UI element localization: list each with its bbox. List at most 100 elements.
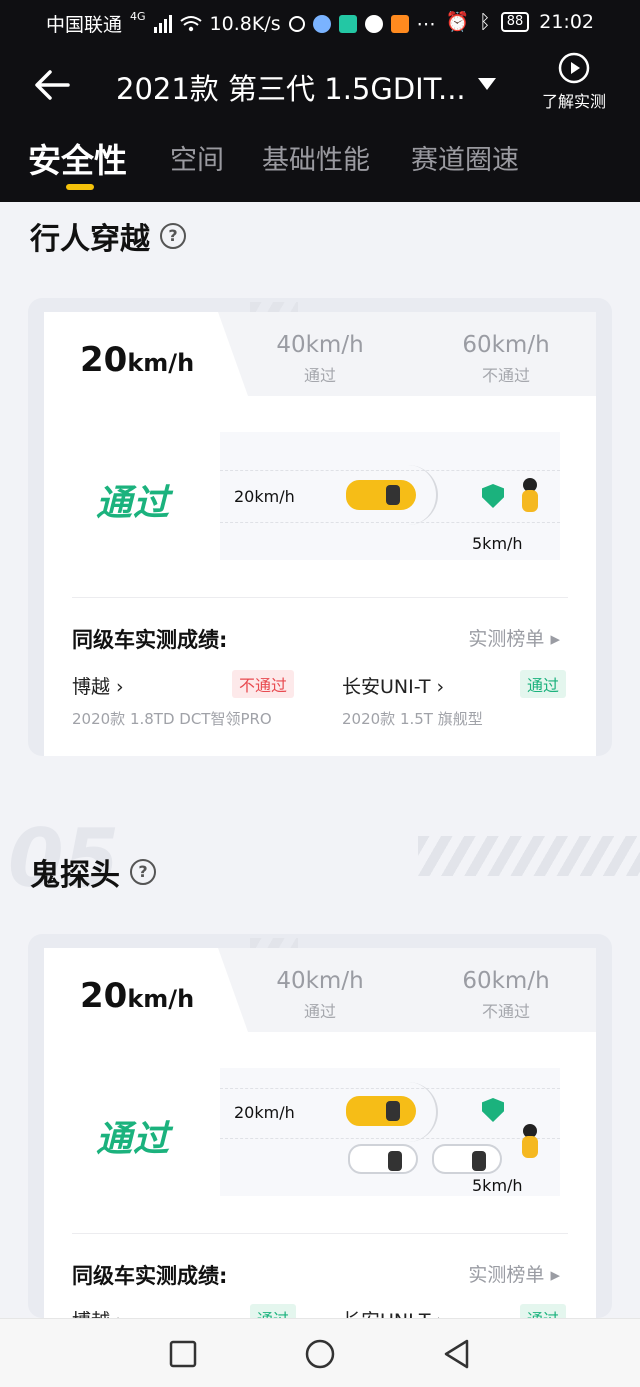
parked-car-icon <box>432 1144 502 1174</box>
result-pass-label: 通过 <box>96 483 171 524</box>
peer-results-title: 同级车实测成绩: <box>72 1264 228 1288</box>
wifi-icon <box>179 15 202 31</box>
alarm-icon: ⏰ <box>445 11 470 33</box>
radar-waves-icon <box>398 1082 438 1142</box>
pass-badge: 通过 <box>250 1304 297 1318</box>
learn-test-label: 了解实测 <box>541 92 606 111</box>
pedestrian-icon <box>516 478 542 514</box>
lane-line <box>220 1138 560 1139</box>
more-icon: ⋯ <box>416 12 436 35</box>
ranking-link-text: 实测榜单 <box>468 1264 545 1286</box>
decor-stripes <box>418 836 640 876</box>
section-title-text: 鬼探头 <box>30 858 120 893</box>
peer-car-unit[interactable]: 长安UNI-T › <box>342 1306 444 1318</box>
car-speed-label: 20km/h <box>234 487 295 506</box>
ranking-link-text: 实测榜单 <box>468 628 545 650</box>
carrier-label: 中国联通 <box>46 14 123 36</box>
tab-bar: 安全性 空间 基础性能 赛道圈速 <box>0 130 640 202</box>
weather-icon <box>312 14 331 33</box>
speed-option-value: 60km/h <box>462 332 550 358</box>
peer-car-name: 博越 <box>72 676 111 698</box>
test-scene-illustration: 20km/h 5km/h <box>220 432 560 560</box>
help-icon[interactable]: ? <box>160 223 186 249</box>
peer-car-name: 长安UNI-T <box>342 676 431 698</box>
pedestrian-speed-label: 5km/h <box>472 1176 523 1195</box>
video-app-icon <box>390 14 409 33</box>
speed-option-value: 60km/h <box>462 968 550 994</box>
test-scene-illustration: 20km/h 5km/h <box>220 1068 560 1196</box>
decor-stripes <box>250 938 298 948</box>
decor-stripes <box>250 302 298 312</box>
parked-car-icon <box>348 1144 418 1174</box>
speed-option-status: 不通过 <box>481 366 530 385</box>
pass-badge: 通过 <box>520 1304 567 1318</box>
safe-shield-icon <box>482 484 504 508</box>
result-pass-label: 通过 <box>96 1119 171 1160</box>
speed-option-60[interactable]: 60km/h 不通过 <box>446 332 566 386</box>
fail-badge: 不通过 <box>232 670 295 698</box>
tab-space[interactable]: 空间 <box>170 138 224 177</box>
battery-icon: 88 <box>500 11 530 32</box>
speed-option-60[interactable]: 60km/h 不通过 <box>446 968 566 1022</box>
tab-track-lap[interactable]: 赛道圈速 <box>411 138 519 177</box>
top-bar: 中国联通 4G 10.8K/s ⋯ ⏰ ᛒ 88 21:02 2021款 第三代… <box>0 0 640 202</box>
lane-line <box>220 470 560 471</box>
pass-badge: 通过 <box>520 670 567 698</box>
pedestrian-icon <box>516 1124 542 1160</box>
speed-option-status: 不通过 <box>481 1002 530 1021</box>
play-circle-icon <box>558 52 590 84</box>
help-icon[interactable]: ? <box>130 859 156 885</box>
speed-selected-value: 20 <box>80 976 128 1016</box>
lane-line <box>220 1088 560 1089</box>
ranking-link[interactable]: 实测榜单 ▸ <box>468 624 560 651</box>
safe-shield-icon <box>482 1098 504 1122</box>
speed-selected[interactable]: 20km/h <box>80 340 194 380</box>
system-nav-bar <box>0 1318 640 1387</box>
peer-car-name: 博越 <box>72 1310 110 1318</box>
section-title-ghost-probe: 鬼探头 ? <box>30 850 156 894</box>
speed-option-value: 40km/h <box>276 968 364 994</box>
speed-selected[interactable]: 20km/h <box>80 976 194 1016</box>
bluetooth-icon: ᛒ <box>479 10 491 33</box>
app-header: 2021款 第三代 1.5GDIT... 了解实测 <box>0 44 640 124</box>
status-bar: 中国联通 4G 10.8K/s ⋯ ⏰ ᛒ 88 21:02 <box>0 0 640 44</box>
signal-icon <box>153 14 172 33</box>
dropdown-caret-icon[interactable] <box>478 78 496 90</box>
test-card-ghost-probe: 20km/h 40km/h 通过 60km/h 不通过 通过 20km/h 5k… <box>44 948 596 1318</box>
car-speed-label: 20km/h <box>234 1103 295 1122</box>
pedestrian-speed-label: 5km/h <box>472 534 523 553</box>
peer-car-boyue[interactable]: 博越 › <box>72 1306 124 1318</box>
speed-option-status: 通过 <box>303 1002 336 1021</box>
speed-selected-unit: km/h <box>127 985 195 1013</box>
tab-safety[interactable]: 安全性 <box>28 134 127 182</box>
divider <box>72 597 568 598</box>
ranking-link[interactable]: 实测榜单 ▸ <box>468 1260 560 1287</box>
app-icon <box>338 14 357 33</box>
learn-test-button[interactable]: 了解实测 <box>536 52 612 112</box>
back-icon[interactable] <box>440 1337 474 1371</box>
test-card-pedestrian: 20km/h 40km/h 通过 60km/h 不通过 通过 20km/h 5k… <box>44 312 596 756</box>
tab-indicator <box>66 184 94 190</box>
section-title-pedestrian: 行人穿越 ? <box>30 214 186 258</box>
section-title-text: 行人穿越 <box>30 222 150 257</box>
call-icon <box>288 15 305 32</box>
peer-car-boyue[interactable]: 博越 › <box>72 672 124 699</box>
peer-car-unit[interactable]: 长安UNI-T › <box>342 672 444 699</box>
back-arrow-icon[interactable] <box>30 62 76 108</box>
page-title[interactable]: 2021款 第三代 1.5GDIT... <box>116 66 466 108</box>
peer-results-title: 同级车实测成绩: <box>72 628 228 652</box>
speed-option-value: 40km/h <box>276 332 364 358</box>
lane-line <box>220 522 560 523</box>
speed-selector: 20km/h 40km/h 通过 60km/h 不通过 <box>44 948 596 1032</box>
peer-car-trim: 2020款 1.8TD DCT智领PRO <box>72 710 272 728</box>
home-icon[interactable] <box>303 1337 337 1371</box>
recent-apps-icon[interactable] <box>166 1337 200 1371</box>
speed-option-status: 通过 <box>303 366 336 385</box>
divider <box>72 1233 568 1234</box>
speed-option-40[interactable]: 40km/h 通过 <box>260 968 380 1022</box>
speed-option-40[interactable]: 40km/h 通过 <box>260 332 380 386</box>
speed-selector: 20km/h 40km/h 通过 60km/h 不通过 <box>44 312 596 396</box>
network-type: 4G <box>130 10 146 23</box>
speed-selected-value: 20 <box>80 340 128 380</box>
tab-basic-performance[interactable]: 基础性能 <box>262 138 370 177</box>
